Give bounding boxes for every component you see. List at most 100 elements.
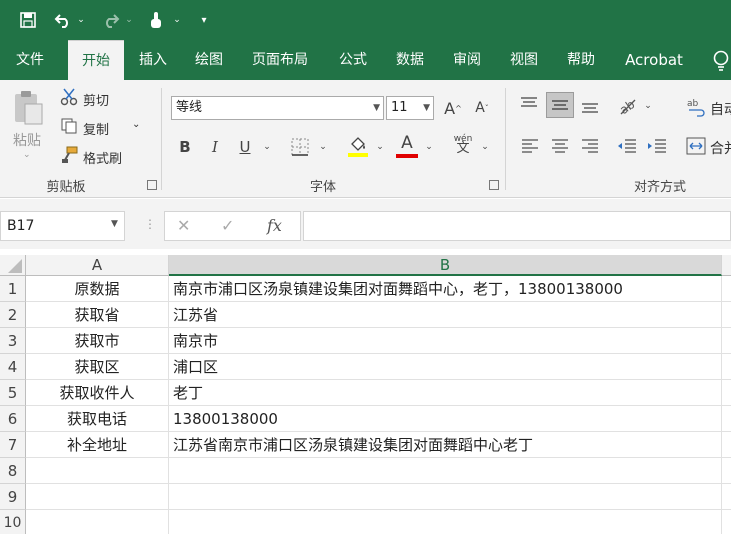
tab-draw[interactable]: 绘图 (184, 40, 234, 80)
cell-a[interactable]: 获取电话 (26, 406, 169, 432)
undo-dropdown-icon[interactable]: ⌄ (76, 8, 86, 32)
cell-c[interactable] (722, 406, 731, 432)
cell-a[interactable] (26, 458, 169, 484)
row-header[interactable]: 8 (0, 458, 26, 484)
increase-indent-icon[interactable] (647, 138, 667, 158)
italic-button[interactable]: I (206, 136, 224, 158)
cell-b[interactable]: 南京市浦口区汤泉镇建设集团对面舞蹈中心，老丁，13800138000 (169, 276, 722, 302)
phonetic-icon[interactable]: wén 文 (452, 132, 474, 156)
cell-a[interactable]: 原数据 (26, 276, 169, 302)
shrink-font-icon[interactable]: Aˇ (472, 96, 492, 120)
tab-insert[interactable]: 插入 (128, 40, 178, 80)
formula-input[interactable] (303, 211, 731, 241)
phonetic-dropdown-icon[interactable]: ⌄ (478, 136, 492, 158)
tab-view[interactable]: 视图 (499, 40, 549, 80)
row-header[interactable]: 7 (0, 432, 26, 458)
chevron-down-icon[interactable]: ▼ (423, 97, 430, 119)
name-box[interactable]: B17 ▼ (0, 211, 125, 241)
align-center-icon[interactable] (551, 138, 569, 158)
row-header[interactable]: 5 (0, 380, 26, 406)
borders-icon[interactable] (291, 138, 309, 160)
underline-button[interactable]: U (236, 136, 254, 158)
wrap-text-button[interactable]: 自动 (710, 99, 731, 119)
cell-c[interactable] (722, 458, 731, 484)
undo-icon[interactable] (52, 8, 74, 32)
cut-button[interactable]: 剪切 (83, 90, 109, 109)
cell-b[interactable] (169, 484, 722, 510)
redo-dropdown-icon[interactable]: ⌄ (124, 8, 134, 32)
redo-icon[interactable] (100, 8, 122, 32)
column-header-a[interactable]: A (26, 255, 169, 276)
cell-b[interactable] (169, 510, 722, 534)
cell-a[interactable]: 补全地址 (26, 432, 169, 458)
drag-handle-icon[interactable]: ⋮ (144, 217, 156, 231)
fill-color-icon[interactable] (347, 135, 369, 163)
column-header-b[interactable]: B (169, 255, 722, 276)
cell-b[interactable]: 13800138000 (169, 406, 722, 432)
fill-color-dropdown-icon[interactable]: ⌄ (373, 136, 387, 158)
tab-review[interactable]: 审阅 (442, 40, 492, 80)
row-header[interactable]: 2 (0, 302, 26, 328)
insert-function-icon[interactable]: fx (267, 216, 282, 235)
row-header[interactable]: 9 (0, 484, 26, 510)
cell-a[interactable]: 获取区 (26, 354, 169, 380)
align-left-icon[interactable] (521, 138, 539, 158)
orientation-dropdown-icon[interactable]: ⌄ (641, 96, 655, 116)
grow-font-icon[interactable]: A ^ (443, 96, 463, 120)
orientation-icon[interactable]: ab (617, 96, 639, 120)
align-right-icon[interactable] (581, 138, 599, 158)
format-painter-button[interactable]: 格式刷 (83, 148, 122, 167)
cell-c[interactable] (722, 354, 731, 380)
merge-center-button[interactable]: 合并 (710, 138, 731, 158)
select-all-corner[interactable] (0, 255, 26, 276)
touch-dropdown-icon[interactable]: ⌄ (172, 8, 182, 32)
cell-c[interactable] (722, 276, 731, 302)
cell-c[interactable] (722, 510, 731, 534)
cell-c[interactable] (722, 328, 731, 354)
tab-file[interactable]: 文件 (4, 40, 56, 80)
touch-mode-icon[interactable] (146, 8, 166, 32)
cancel-icon[interactable]: ✕ (177, 216, 190, 235)
font-color-dropdown-icon[interactable]: ⌄ (422, 136, 436, 158)
cell-c[interactable] (722, 432, 731, 458)
cell-a[interactable]: 获取收件人 (26, 380, 169, 406)
underline-dropdown-icon[interactable]: ⌄ (260, 136, 274, 158)
tab-home[interactable]: 开始 (68, 40, 124, 80)
paste-button[interactable]: 粘贴 (13, 130, 41, 150)
align-top-icon[interactable] (519, 96, 539, 118)
row-header[interactable]: 6 (0, 406, 26, 432)
font-name-combo[interactable]: 等线 ▼ (171, 96, 384, 120)
copy-button[interactable]: 复制 (83, 119, 109, 138)
cell-b[interactable]: 浦口区 (169, 354, 722, 380)
copy-dropdown-icon[interactable]: ⌄ (132, 119, 140, 130)
paste-icon[interactable] (12, 90, 44, 130)
lightbulb-icon[interactable] (712, 50, 730, 76)
save-icon[interactable] (16, 8, 40, 32)
cell-c[interactable] (722, 380, 731, 406)
column-header-c[interactable] (722, 255, 731, 276)
clipboard-launcher-icon[interactable] (147, 180, 157, 190)
font-launcher-icon[interactable] (489, 180, 499, 190)
enter-icon[interactable]: ✓ (221, 216, 234, 235)
cell-b[interactable]: 老丁 (169, 380, 722, 406)
tab-data[interactable]: 数据 (385, 40, 435, 80)
align-bottom-icon[interactable] (580, 96, 600, 120)
tab-formulas[interactable]: 公式 (328, 40, 378, 80)
cell-a[interactable] (26, 484, 169, 510)
cell-b[interactable]: 江苏省 (169, 302, 722, 328)
tab-acrobat[interactable]: Acrobat (614, 40, 694, 80)
cell-b[interactable]: 江苏省南京市浦口区汤泉镇建设集团对面舞蹈中心老丁 (169, 432, 722, 458)
cell-c[interactable] (722, 302, 731, 328)
tab-help[interactable]: 帮助 (556, 40, 606, 80)
row-header[interactable]: 1 (0, 276, 26, 302)
customize-icon[interactable]: ▾ (198, 8, 210, 32)
row-header[interactable]: 3 (0, 328, 26, 354)
cell-b[interactable] (169, 458, 722, 484)
cell-c[interactable] (722, 484, 731, 510)
cell-b[interactable]: 南京市 (169, 328, 722, 354)
chevron-down-icon[interactable]: ▼ (111, 219, 118, 229)
decrease-indent-icon[interactable] (617, 138, 637, 158)
cell-a[interactable]: 获取省 (26, 302, 169, 328)
chevron-down-icon[interactable]: ▼ (373, 97, 380, 119)
tab-page-layout[interactable]: 页面布局 (240, 40, 320, 80)
